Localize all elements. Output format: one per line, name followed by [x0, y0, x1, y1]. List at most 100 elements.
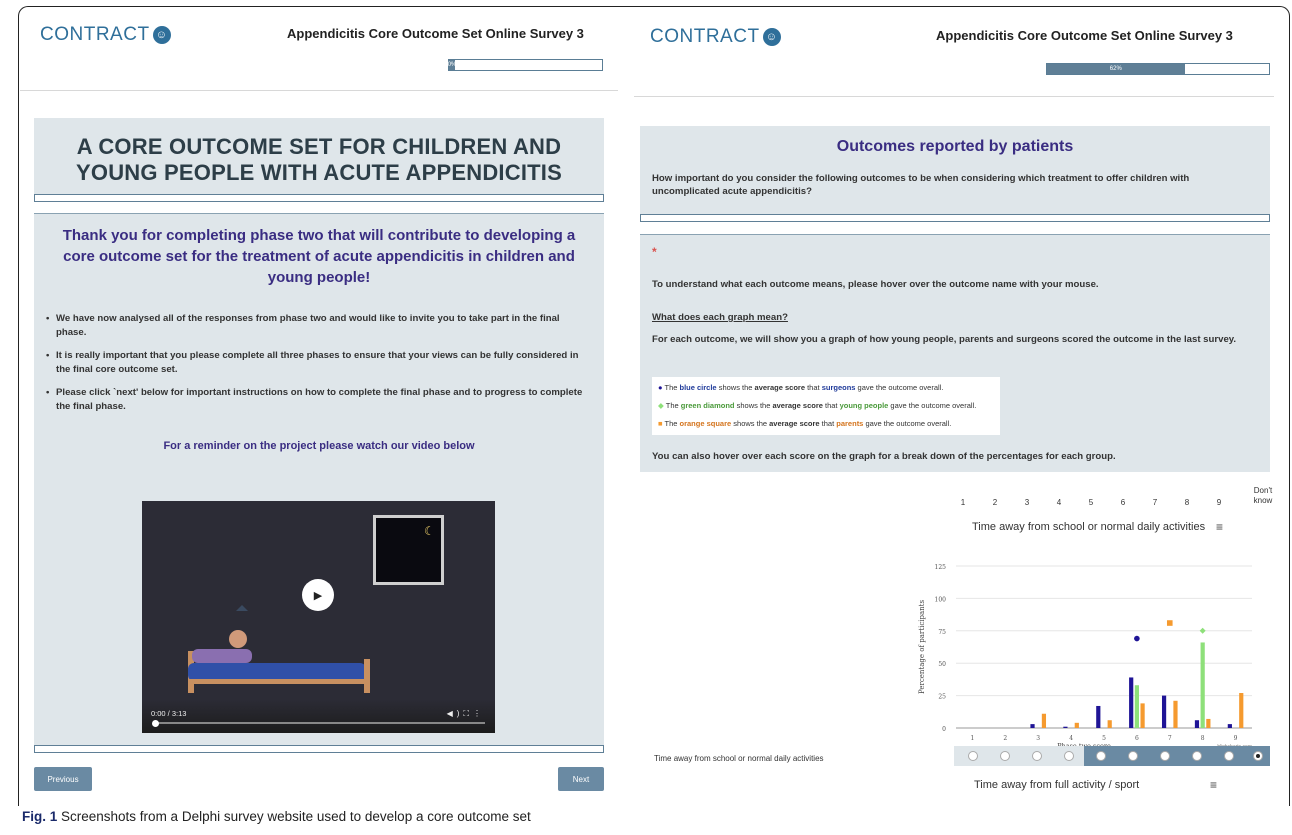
- contract-logo[interactable]: CONTRACT ☺: [650, 26, 781, 48]
- video-seekbar[interactable]: [154, 722, 485, 724]
- thanks-heading: Thank you for completing phase two that …: [62, 227, 576, 286]
- heading-line-1: A CORE OUTCOME SET FOR CHILDREN AND: [76, 134, 562, 159]
- video-controls: [142, 699, 495, 733]
- video-time: 0:00 / 3:13: [151, 709, 187, 718]
- caption-label: Fig. 1: [22, 809, 58, 824]
- radio-score-6[interactable]: [1128, 751, 1138, 761]
- radio-dont-know[interactable]: [1253, 751, 1263, 761]
- instructions-box: * To understand what each outcome means,…: [640, 234, 1270, 472]
- bar: [1063, 726, 1068, 728]
- scale-label: 7: [1152, 498, 1158, 507]
- empty-box: [34, 194, 604, 202]
- section-header-box: Outcomes reported by patients How import…: [640, 126, 1270, 216]
- right-screenshot: CONTRACT ☺ Appendicitis Core Outcome Set…: [634, 8, 1288, 806]
- bar: [1194, 720, 1200, 728]
- scale-label: 8: [1184, 498, 1190, 507]
- contract-logo[interactable]: CONTRACT ☺: [40, 24, 171, 46]
- outcome-name[interactable]: Time away from school or normal daily ac…: [654, 754, 824, 763]
- chart-menu-icon[interactable]: ≡: [1210, 778, 1217, 792]
- bullet-item: It is really important that you please c…: [46, 349, 592, 377]
- orange-square-icon: ■: [658, 419, 663, 428]
- question-text: How important do you consider the follow…: [652, 173, 1190, 197]
- progress-bar: 0%: [448, 59, 603, 71]
- scale-label: 4: [1056, 498, 1062, 507]
- hover-instruction: To understand what each outcome means, p…: [652, 279, 1099, 290]
- empty-box: [34, 745, 604, 753]
- section-title: Outcomes reported by patients: [836, 138, 1074, 155]
- figure-caption: Fig. 1 Screenshots from a Delphi survey …: [22, 809, 531, 824]
- bar: [1129, 677, 1134, 728]
- x-tick-label: 4: [1069, 735, 1073, 742]
- bar: [1227, 724, 1232, 728]
- night-window: ☾: [373, 515, 444, 585]
- next-button[interactable]: Next: [558, 767, 604, 791]
- legend-box: ● The blue circle shows the average scor…: [652, 377, 1000, 435]
- progress-fill: 62%: [1047, 64, 1185, 74]
- bar: [1041, 713, 1047, 728]
- logo-text: CONTRACT: [650, 26, 760, 47]
- volume-fullscreen-menu-icons[interactable]: ◀)⛶⋮: [447, 709, 485, 719]
- x-tick-label: 8: [1201, 735, 1205, 742]
- y-tick-label: 25: [938, 694, 946, 701]
- survey-title: Appendicitis Core Outcome Set Online Sur…: [287, 26, 584, 41]
- radio-score-5[interactable]: [1096, 751, 1106, 761]
- y-tick-label: 0: [942, 726, 946, 733]
- previous-button[interactable]: Previous: [34, 767, 92, 791]
- heading-line-2: YOUNG PEOPLE WITH ACUTE APPENDICITIS: [76, 160, 562, 185]
- green-diamond-icon: ◆: [658, 401, 664, 410]
- scale-label: 1: [960, 498, 966, 507]
- radio-score-7[interactable]: [1160, 751, 1170, 761]
- bullet-item: We have now analysed all of the response…: [46, 312, 592, 340]
- average-marker: [1166, 620, 1173, 626]
- play-icon[interactable]: ▶: [302, 579, 334, 611]
- dont-know-label: Don't know: [1253, 486, 1273, 505]
- chart-menu-icon[interactable]: ≡: [1216, 520, 1223, 534]
- scale-label: 6: [1120, 498, 1126, 507]
- seekbar-handle[interactable]: [152, 720, 159, 727]
- x-tick-label: 9: [1234, 735, 1238, 742]
- score-scale-header: 1 2 3 4 5 6 7 8 9 Don't know: [952, 484, 1282, 514]
- family-icon: ☺: [152, 26, 171, 44]
- radio-score-3[interactable]: [1032, 751, 1042, 761]
- average-marker: [1199, 627, 1206, 634]
- x-tick-label: 2: [1003, 735, 1007, 742]
- radio-score-8[interactable]: [1192, 751, 1202, 761]
- legend-row-green: ◆ The green diamond shows the average sc…: [658, 401, 977, 410]
- y-tick-label: 125: [935, 564, 947, 571]
- moon-icon: ☾: [424, 524, 435, 538]
- bar: [1239, 693, 1244, 728]
- y-axis-label: Percentage of participants: [918, 600, 926, 695]
- empty-box: [640, 214, 1270, 222]
- page-heading-box: A CORE OUTCOME SET FOR CHILDREN AND YOUN…: [34, 118, 604, 198]
- content-box: Thank you for completing phase two that …: [34, 213, 604, 751]
- bar: [1161, 695, 1167, 728]
- logo-text: CONTRACT: [40, 24, 150, 45]
- required-asterisk: *: [652, 245, 657, 259]
- graph-heading: What does each graph mean?: [652, 312, 788, 323]
- bullet-list: We have now analysed all of the response…: [34, 288, 604, 414]
- radio-score-9[interactable]: [1224, 751, 1234, 761]
- progress-fill: 0%: [448, 60, 456, 70]
- family-icon: ☺: [762, 28, 781, 46]
- x-tick-label: 6: [1135, 735, 1139, 742]
- survey-title: Appendicitis Core Outcome Set Online Sur…: [936, 28, 1233, 43]
- graph-explanation: For each outcome, we will show you a gra…: [652, 334, 1237, 345]
- radio-score-1[interactable]: [968, 751, 978, 761]
- y-tick-label: 100: [935, 596, 947, 603]
- progress-label: 62%: [1109, 66, 1122, 72]
- scale-label: 2: [992, 498, 998, 507]
- x-tick-label: 7: [1168, 735, 1172, 742]
- legend-row-blue: ● The blue circle shows the average scor…: [658, 383, 944, 392]
- bullet-item: Please click `next' below for important …: [46, 386, 592, 414]
- y-tick-label: 75: [938, 629, 946, 636]
- score-radio-group[interactable]: [954, 746, 1270, 766]
- video-player[interactable]: ☾ ▶ 0:00 / 3:13 ◀)⛶⋮: [142, 501, 495, 733]
- radio-highlight: [1084, 746, 1270, 766]
- radio-score-4[interactable]: [1064, 751, 1074, 761]
- y-tick-label: 50: [938, 661, 946, 668]
- caption-text: Screenshots from a Delphi survey website…: [57, 809, 531, 824]
- bar: [1206, 718, 1211, 728]
- radio-score-2[interactable]: [1000, 751, 1010, 761]
- hover-scores-note: You can also hover over each score on th…: [652, 451, 1116, 462]
- progress-bar: 62%: [1046, 63, 1270, 75]
